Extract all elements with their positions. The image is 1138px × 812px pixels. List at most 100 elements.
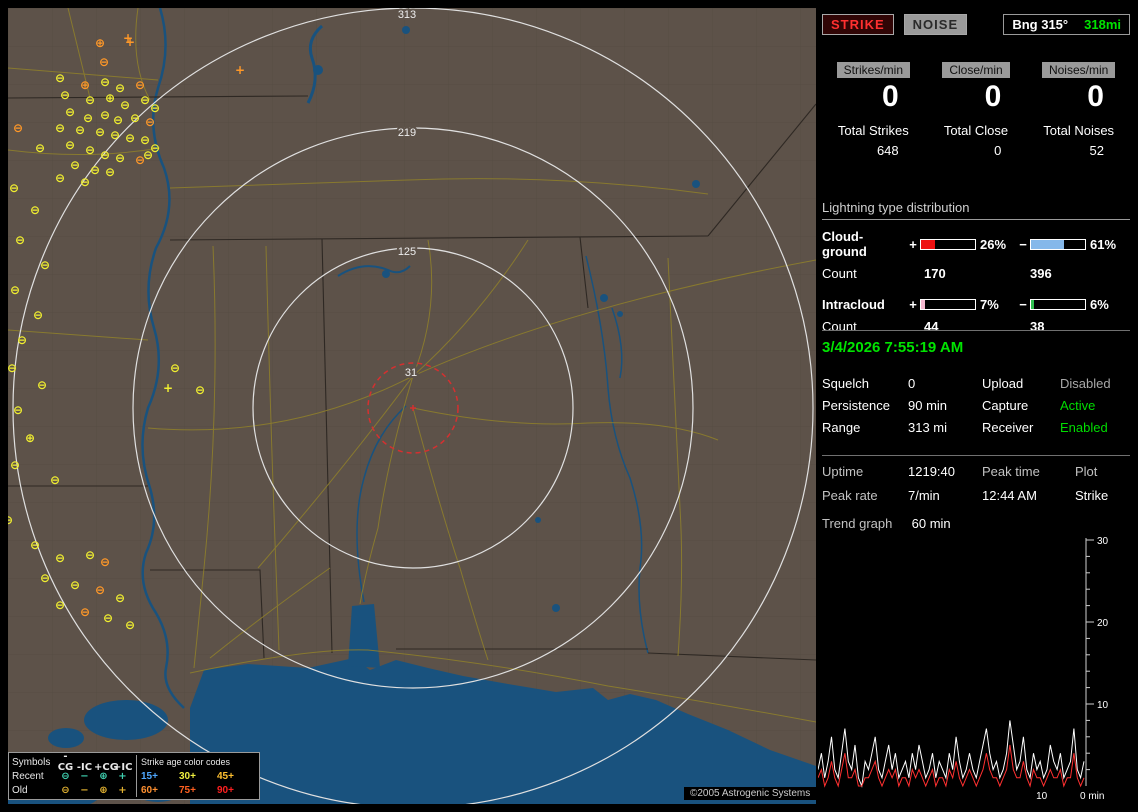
range-ring-label: 313 — [398, 9, 416, 21]
peak-time-value: 12:44 AM — [982, 488, 1037, 503]
setting-value: Enabled — [1060, 420, 1108, 435]
map-legend: Symbols -CG -IC +CG+IC Recent ⊖ − ⊕ + Old ⊖ − ⊕… — [8, 751, 260, 800]
datetime-display: 3/4/2026 7:55:19 AM — [822, 339, 964, 356]
negative-bar — [1030, 299, 1086, 310]
legend-age-section: Strike age color codes 15+ 30+ 45+ 60+ 75+ 9… — [136, 755, 256, 797]
legend-old-label: Old — [12, 784, 28, 796]
rate-per-min-value: 0 — [881, 80, 899, 113]
bearing-distance: 318mi — [1084, 17, 1121, 32]
rate-label-button[interactable]: Strikes/min — [836, 62, 910, 78]
bearing-display: Bng 315° 318mi — [1003, 14, 1130, 35]
age-code-label: 30+ — [179, 770, 196, 782]
legend-symbols-section: Symbols -CG -IC +CG+IC Recent ⊖ − ⊕ + Old ⊖ − ⊕… — [12, 751, 136, 797]
plot-value: Strike — [1075, 488, 1109, 503]
plot-label: Plot — [1075, 464, 1098, 479]
total-label: Total Noises — [1043, 123, 1115, 138]
separator — [822, 330, 1130, 331]
setting-value: 0 — [908, 376, 916, 391]
range-ring-label: 125 — [398, 246, 416, 258]
count-row: Count 170 396 — [822, 266, 1130, 281]
positive-count: 44 — [924, 319, 939, 334]
recent-strike-symbol-icon: − — [80, 770, 89, 782]
age-codes-old-row: 60+ 75+ 90+ — [141, 783, 256, 797]
map-svg: 313 219 125 31 — [8, 8, 816, 804]
negative-percent: 6% — [1090, 297, 1109, 312]
rate-column: Close/min 0 Total Close 0 — [925, 62, 1028, 158]
total-value: 52 — [1089, 143, 1104, 158]
setting-value: Disabled — [1060, 376, 1111, 391]
settings-grid: Squelch 0 Upload Disabled Persistence 90 … — [822, 376, 1130, 435]
plus-sign: + — [909, 236, 917, 252]
total-label: Total Strikes — [837, 123, 909, 138]
setting-label: Persistence — [822, 398, 890, 413]
age-code-label: 45+ — [217, 770, 234, 782]
distribution-type-label: Cloud-ground — [822, 229, 867, 259]
setting-value: Active — [1060, 398, 1096, 413]
total-value: 0 — [994, 143, 1002, 158]
count-row: Count 44 38 — [822, 319, 1130, 334]
status-grid: Uptime 1219:40 Peak time Plot Peak rate … — [822, 464, 1130, 503]
range-ring-label: 31 — [405, 367, 417, 379]
positive-count: 170 — [924, 266, 946, 281]
peak-time-label: Peak time — [982, 464, 1040, 479]
axis-tick-label: 30 — [1097, 536, 1109, 547]
legend-recent-symbols: ⊖ − ⊕ + — [56, 771, 132, 782]
plus-sign: + — [909, 297, 917, 312]
rate-label-button[interactable]: Close/min — [942, 62, 1010, 78]
distribution-type-label: Intracloud — [822, 297, 885, 312]
trend-series-cg-strikes-per-min — [818, 744, 1085, 788]
noise-indicator-button[interactable]: NOISE — [903, 14, 968, 35]
setting-value: 313 mi — [908, 420, 948, 435]
peak-rate-value: 7/min — [908, 488, 940, 503]
axis-tick-label: 10 — [1036, 791, 1048, 802]
age-codes-title: Strike age color codes — [141, 757, 231, 767]
positive-bar — [920, 238, 976, 250]
old-strike-symbol-icon: ⊖ — [61, 784, 70, 796]
indicator-row: STRIKE NOISE Bng 315° 318mi — [822, 14, 1130, 35]
age-code-label: 15+ — [141, 770, 158, 782]
total-value: 648 — [876, 143, 899, 158]
trend-graph-span: 60 min — [911, 516, 951, 531]
age-code-label: 60+ — [141, 784, 158, 796]
rate-per-min-value: 0 — [984, 80, 1002, 113]
positive-percent: 26% — [980, 236, 1007, 252]
setting-label: Upload — [982, 376, 1024, 391]
setting-label: Capture — [982, 398, 1029, 413]
count-label: Count — [822, 319, 857, 334]
axis-tick-label: 0 min — [1080, 791, 1104, 802]
rate-column: Noises/min 0 Total Noises 52 — [1027, 62, 1130, 158]
distribution-rows: Cloud-ground + 26% − 61% Count 170 396 I… — [822, 229, 1130, 334]
rate-per-min-value: 0 — [1087, 80, 1104, 113]
rate-label-button[interactable]: Noises/min — [1041, 62, 1116, 78]
setting-label: Squelch — [822, 376, 869, 391]
rate-section: Strikes/min 0 Total Strikes 648 Close/mi… — [822, 62, 1130, 158]
setting-label: Receiver — [982, 420, 1034, 435]
setting-value: 90 min — [908, 398, 948, 413]
old-strike-symbol-icon: + — [118, 784, 127, 796]
status-panel: STRIKE NOISE Bng 315° 318mi Strikes/min … — [818, 8, 1130, 804]
positive-percent: 7% — [980, 297, 999, 312]
negative-bar — [1030, 238, 1086, 250]
uptime-label: Uptime — [822, 464, 864, 479]
positive-bar — [920, 299, 976, 310]
axis-tick-label: 10 — [1097, 700, 1109, 711]
axis-tick-label: 20 — [1097, 618, 1109, 629]
uptime-value: 1219:40 — [908, 464, 955, 479]
copyright-text: ©2005 Astrogenic Systems — [684, 787, 816, 800]
total-label: Total Close — [943, 123, 1009, 138]
negative-percent: 61% — [1090, 236, 1117, 252]
strike-indicator-button[interactable]: STRIKE — [822, 14, 894, 35]
negative-count: 396 — [1030, 266, 1052, 281]
recent-strike-symbol-icon: ⊖ — [61, 770, 70, 782]
trend-series-strikes-per-min — [818, 720, 1085, 788]
legend-old-symbols: ⊖ − ⊕ + — [56, 785, 132, 796]
separator — [822, 455, 1130, 456]
age-codes-recent-row: 15+ 30+ 45+ — [141, 769, 256, 783]
trend-graph-row: Trend graph 60 min — [822, 516, 951, 531]
lightning-map[interactable]: 313 219 125 31 ⊕ + ⊖ ⊖ ⊕ ⊖ ⊖ ⊖ ⊖ ⊖ ⊕ ⊖ ⊖ ⊖ ⊖ ⊖ ⊖ ⊖ ⊖ ⊖ ⊖ ⊖ ⊖ ⊖ ⊖ ⊖ ⊖ ⊖… — [8, 8, 816, 804]
distribution-section: Lightning type distribution Cloud-ground… — [822, 200, 1130, 334]
trend-graph-label: Trend graph — [822, 516, 893, 531]
bearing-label: Bng 315° — [1012, 17, 1069, 32]
minus-sign: − — [1019, 236, 1027, 252]
range-ring-label: 219 — [398, 127, 416, 139]
